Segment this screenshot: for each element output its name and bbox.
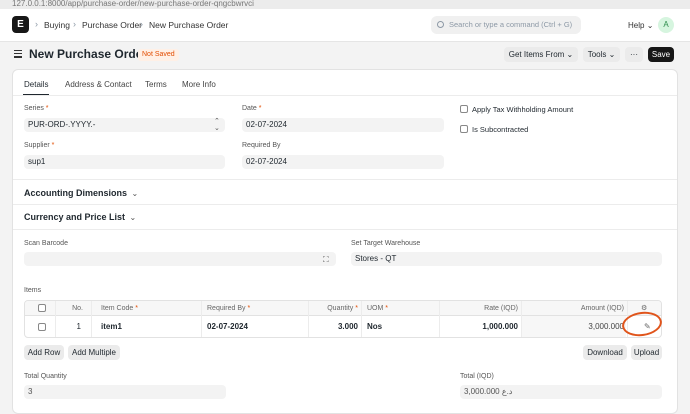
breadcrumb-purchase-order[interactable]: Purchase Order — [82, 20, 142, 30]
tab-details[interactable]: Details — [24, 80, 48, 89]
chevron-right-icon: › — [140, 19, 143, 29]
tab-divider — [13, 95, 677, 96]
col-quantity: Quantity * — [327, 305, 358, 312]
accounting-dimensions-section[interactable]: Accounting Dimensions ⌄ — [24, 188, 138, 198]
sidebar-toggle-icon[interactable] — [14, 50, 22, 60]
select-all-checkbox[interactable] — [38, 304, 46, 312]
series-value: PUR-ORD-.YYYY.- — [28, 120, 96, 129]
upload-button[interactable]: Upload — [631, 345, 662, 360]
tab-more-info[interactable]: More Info — [182, 80, 216, 89]
col-no: No. — [72, 305, 83, 312]
total-quantity-label: Total Quantity — [24, 373, 67, 380]
add-row-button[interactable]: Add Row — [24, 345, 64, 360]
chevron-down-icon: ⌄ — [646, 21, 654, 30]
total-quantity-value: 3 — [24, 385, 226, 399]
breadcrumb-buying[interactable]: Buying — [44, 20, 70, 30]
search-icon — [437, 21, 444, 28]
column-divider — [361, 301, 362, 337]
column-divider — [521, 301, 522, 337]
breadcrumb-new-purchase-order[interactable]: New Purchase Order — [149, 20, 228, 30]
currency-price-list-title: Currency and Price List — [24, 212, 126, 222]
col-item-code: Item Code * — [101, 305, 138, 312]
get-items-from-label: Get Items From — [508, 50, 565, 59]
currency-price-list-section[interactable]: Currency and Price List ⌄ — [24, 212, 136, 222]
row-item-code[interactable]: item1 — [101, 316, 122, 337]
tools-button[interactable]: Tools ⌄ — [583, 47, 620, 62]
is-subcontracted-checkbox[interactable] — [460, 125, 468, 133]
row-amount: 3,000.000 — [522, 316, 626, 337]
tab-terms[interactable]: Terms — [145, 80, 167, 89]
page-title: New Purchase Order — [29, 47, 148, 61]
chevron-right-icon: › — [73, 19, 76, 29]
column-divider — [91, 301, 92, 337]
supplier-label: Supplier * — [24, 142, 55, 149]
row-no: 1 — [76, 322, 81, 331]
scan-barcode-label: Scan Barcode — [24, 240, 68, 247]
target-warehouse-field[interactable]: Stores - QT — [351, 252, 662, 266]
browser-url-bar[interactable]: 127.0.0.1:8000/app/purchase-order/new-pu… — [0, 0, 690, 9]
help-label: Help — [628, 21, 645, 30]
series-label: Series * — [24, 105, 49, 112]
column-divider — [439, 301, 440, 337]
required-by-field[interactable]: 02-07-2024 — [242, 155, 444, 169]
total-value: 3,000.000 د.ع — [460, 385, 662, 399]
col-rate: Rate (IQD) — [484, 305, 518, 312]
scan-barcode-input[interactable] — [24, 252, 336, 266]
section-divider — [13, 229, 677, 230]
target-warehouse-label: Set Target Warehouse — [351, 240, 421, 247]
row-uom[interactable]: Nos — [367, 316, 382, 337]
col-uom: UOM * — [367, 305, 389, 312]
items-table: No. Item Code * Required By * Quantity *… — [24, 300, 662, 338]
status-badge: Not Saved — [138, 49, 179, 61]
section-divider — [13, 179, 677, 180]
scan-icon[interactable]: ⛶ — [323, 255, 329, 265]
more-actions-button[interactable]: ··· — [625, 47, 643, 62]
row-required-by[interactable]: 02-07-2024 — [207, 316, 248, 337]
col-amount: Amount (IQD) — [580, 305, 624, 312]
required-by-label: Required By — [242, 142, 281, 149]
chevron-right-icon: › — [35, 19, 38, 29]
row-rate[interactable]: 1,000.000 — [445, 316, 518, 337]
search-input[interactable]: Search or type a command (Ctrl + G) — [431, 16, 581, 34]
row-checkbox[interactable] — [38, 323, 46, 331]
help-dropdown[interactable]: Help ⌄ — [628, 21, 653, 30]
row-quantity[interactable]: 3.000 — [310, 316, 358, 337]
avatar[interactable]: A — [658, 17, 674, 33]
section-divider — [13, 204, 677, 205]
chevron-down-icon: ⌄ — [566, 50, 574, 59]
col-required-by: Required By * — [207, 305, 251, 312]
chevron-down-icon: ⌄ — [608, 50, 616, 59]
column-divider — [201, 301, 202, 337]
apply-tax-label: Apply Tax Withholding Amount — [472, 105, 574, 114]
select-arrows-icon: ⌃ ⌄ — [214, 118, 220, 132]
tools-label: Tools — [587, 50, 607, 59]
column-divider — [55, 301, 56, 337]
download-button[interactable]: Download — [583, 345, 627, 360]
is-subcontracted-label: Is Subcontracted — [472, 125, 529, 134]
app-logo[interactable]: E — [12, 16, 29, 33]
date-label: Date * — [242, 105, 262, 112]
save-button[interactable]: Save — [648, 47, 674, 62]
tab-address-contact[interactable]: Address & Contact — [65, 80, 132, 89]
add-multiple-button[interactable]: Add Multiple — [68, 345, 120, 360]
get-items-from-button[interactable]: Get Items From ⌄ — [504, 47, 578, 62]
series-select[interactable]: PUR-ORD-.YYYY.- — [24, 118, 225, 132]
date-field[interactable]: 02-07-2024 — [242, 118, 444, 132]
chevron-down-icon: ⌄ — [129, 189, 139, 198]
items-table-header: No. Item Code * Required By * Quantity *… — [25, 301, 661, 316]
items-label: Items — [24, 287, 42, 294]
table-row[interactable]: 1 item1 02-07-2024 3.000 Nos 1,000.000 3… — [25, 316, 661, 337]
accounting-dimensions-title: Accounting Dimensions — [24, 188, 128, 198]
supplier-field[interactable]: sup1 — [24, 155, 225, 169]
total-label: Total (IQD) — [460, 373, 494, 380]
column-divider — [308, 301, 309, 337]
apply-tax-checkbox[interactable] — [460, 105, 468, 113]
chevron-down-icon: ⌄ — [127, 213, 137, 222]
